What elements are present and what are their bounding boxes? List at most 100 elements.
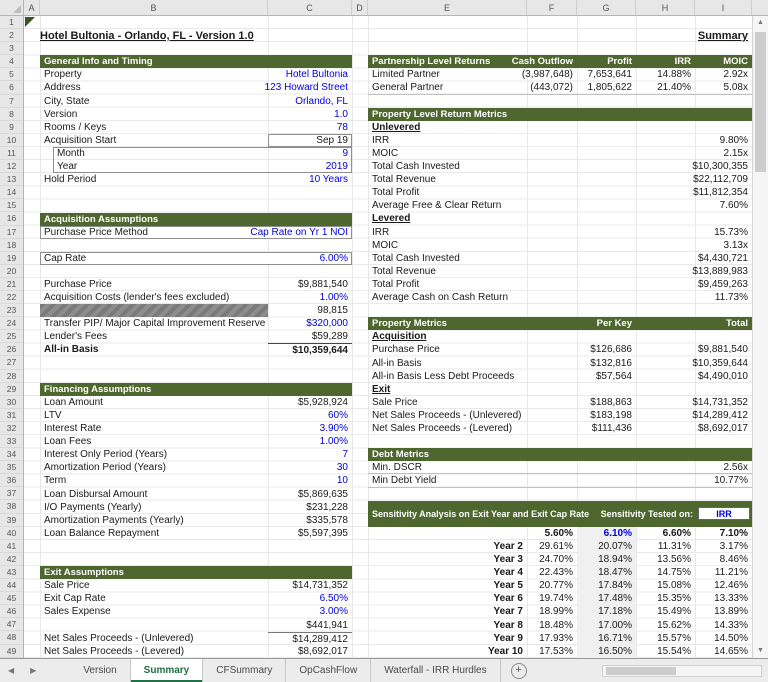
row-header[interactable]: 44 bbox=[0, 579, 23, 593]
cell-label[interactable]: I/O Payments (Yearly) bbox=[40, 501, 268, 514]
cell-value[interactable]: 6.00% bbox=[268, 252, 352, 265]
cell-label[interactable]: Total Profit bbox=[368, 278, 692, 291]
cell-value[interactable]: 14.33% bbox=[695, 619, 752, 632]
cell-value[interactable]: $8,692,017 bbox=[268, 645, 352, 658]
cell-label[interactable]: All-in Basis Less Debt Proceeds bbox=[368, 370, 527, 383]
cell-value[interactable]: Orlando, FL bbox=[268, 95, 352, 108]
cell-label[interactable]: Limited Partner bbox=[368, 68, 522, 81]
vertical-scrollbar-thumb[interactable] bbox=[755, 32, 766, 172]
cell-label[interactable]: Interest Rate bbox=[40, 422, 268, 435]
section-header[interactable]: Financing Assumptions bbox=[40, 382, 352, 396]
cell-value[interactable]: $59,289 bbox=[268, 330, 352, 343]
row-header[interactable]: 37 bbox=[0, 487, 23, 501]
column-header-g[interactable]: G bbox=[577, 0, 636, 15]
cell-value-total[interactable]: $10,359,644 bbox=[636, 357, 752, 370]
cell-value[interactable]: 17.93% bbox=[527, 632, 577, 645]
cell-label[interactable]: Total Revenue bbox=[368, 265, 692, 278]
column-header-e[interactable]: E bbox=[368, 0, 527, 15]
cell-label[interactable]: Version bbox=[40, 108, 268, 121]
cell-label[interactable]: Loan Amount bbox=[40, 396, 268, 409]
cell-value[interactable]: 20.77% bbox=[527, 579, 577, 592]
column-header-f[interactable]: F bbox=[527, 0, 577, 15]
cell-label[interactable]: Net Sales Proceeds - (Levered) bbox=[40, 645, 268, 658]
row-header[interactable]: 40 bbox=[0, 527, 23, 540]
row-header[interactable]: 19 bbox=[0, 252, 23, 265]
cell-value-highlighted[interactable]: 17.00% bbox=[577, 618, 636, 632]
cell-value[interactable]: 3.13x bbox=[692, 239, 752, 252]
cell-value[interactable]: $9,881,540 bbox=[268, 278, 352, 291]
row-header[interactable]: 49 bbox=[0, 645, 23, 658]
cell-label[interactable]: Acquisition Start bbox=[40, 134, 268, 147]
row-header[interactable]: 5 bbox=[0, 68, 23, 82]
column-header-i[interactable]: I bbox=[695, 0, 752, 15]
cell-value[interactable]: 13.56% bbox=[636, 553, 695, 566]
cell-value[interactable]: 11.21% bbox=[695, 566, 752, 579]
horizontal-scrollbar[interactable] bbox=[602, 664, 762, 677]
cell-value-highlighted[interactable]: 16.71% bbox=[577, 631, 636, 645]
cell-value[interactable]: 10 Years bbox=[268, 173, 352, 186]
cell-label[interactable]: Purchase Price bbox=[40, 278, 268, 291]
cell-value[interactable]: 15.49% bbox=[636, 605, 695, 618]
cell-value-per-key[interactable] bbox=[527, 330, 636, 343]
cell-value[interactable]: $320,000 bbox=[268, 317, 352, 330]
row-header[interactable]: 41 bbox=[0, 540, 23, 553]
row-header[interactable]: 35 bbox=[0, 461, 23, 475]
cell-value[interactable]: $11,812,354 bbox=[692, 186, 752, 199]
cell-value-per-key[interactable]: $183,198 bbox=[527, 409, 636, 422]
row-header[interactable]: 16 bbox=[0, 212, 23, 226]
cell-value-per-key[interactable] bbox=[527, 383, 636, 396]
cell-value-total[interactable]: $14,731,352 bbox=[636, 396, 752, 409]
row-header[interactable]: 29 bbox=[0, 383, 23, 396]
cell-blank[interactable] bbox=[368, 527, 527, 540]
cell-label[interactable]: Min Debt Yield bbox=[368, 474, 692, 486]
cell-label[interactable]: IRR bbox=[368, 134, 692, 147]
cell-label[interactable]: Loan Disbursal Amount bbox=[40, 488, 268, 501]
cell-label[interactable]: MOIC bbox=[368, 239, 692, 252]
sheet-tab[interactable]: Waterfall - IRR Hurdles bbox=[371, 659, 501, 682]
cell-value[interactable]: 12.46% bbox=[695, 579, 752, 592]
cell-label[interactable]: Hold Period bbox=[40, 173, 268, 186]
tab-scroll-right-icon[interactable]: ▶ bbox=[22, 659, 44, 682]
cell-value[interactable]: 21.40% bbox=[636, 81, 695, 93]
year-label[interactable]: Year 7 bbox=[368, 605, 527, 618]
cell-value[interactable] bbox=[692, 121, 752, 134]
cell-value[interactable]: 14.75% bbox=[636, 566, 695, 579]
cell-value[interactable]: 13.89% bbox=[695, 605, 752, 618]
cell-label[interactable]: Acquisition Costs (lender's fees exclude… bbox=[40, 291, 268, 304]
cell-value[interactable]: 98,815 bbox=[268, 304, 352, 317]
cell-label[interactable]: Average Free & Clear Return bbox=[368, 199, 692, 212]
cell-value[interactable]: $10,300,355 bbox=[692, 160, 752, 173]
cell-value[interactable]: $5,597,395 bbox=[268, 527, 352, 540]
row-header[interactable]: 21 bbox=[0, 278, 23, 291]
cell-value[interactable]: 15.08% bbox=[636, 579, 695, 592]
cell-value[interactable]: $9,459,263 bbox=[692, 278, 752, 291]
cell-value[interactable]: 9.80% bbox=[692, 134, 752, 147]
row-header[interactable]: 2 bbox=[0, 29, 23, 43]
section-header[interactable]: Acquisition Assumptions bbox=[40, 212, 352, 226]
row-header[interactable]: 33 bbox=[0, 435, 23, 449]
cell-value[interactable]: 15.73% bbox=[692, 226, 752, 239]
year-label[interactable]: Year 6 bbox=[368, 592, 527, 605]
cell-value-total[interactable]: $4,490,010 bbox=[636, 370, 752, 383]
cell-value[interactable]: 15.62% bbox=[636, 619, 695, 632]
cell-label[interactable]: Total Cash Invested bbox=[368, 160, 692, 173]
cell-value[interactable]: 1.0 bbox=[268, 108, 352, 121]
section-header[interactable]: Property Level Return Metrics bbox=[368, 107, 752, 121]
cell-value-total[interactable]: $8,692,017 bbox=[636, 422, 752, 435]
cell-value-per-key[interactable]: $111,436 bbox=[527, 422, 636, 435]
cell-value[interactable]: 2.15x bbox=[692, 147, 752, 160]
cell-label[interactable]: Cap Rate bbox=[40, 252, 268, 265]
row-header[interactable]: 4 bbox=[0, 55, 23, 69]
row-header[interactable]: 34 bbox=[0, 448, 23, 462]
cell-label[interactable]: Amortization Payments (Yearly) bbox=[40, 514, 268, 527]
sheet-tab[interactable]: Summary bbox=[130, 659, 204, 682]
cell-value[interactable]: Sep 19 bbox=[268, 133, 352, 147]
cell-label[interactable]: Exit Cap Rate bbox=[40, 592, 268, 605]
cell-label[interactable]: Transfer PIP/ Major Capital Improvement … bbox=[40, 317, 268, 330]
cell-value[interactable]: $4,430,721 bbox=[692, 252, 752, 265]
select-all-corner[interactable] bbox=[0, 0, 24, 16]
cell-value[interactable]: 29.61% bbox=[527, 540, 577, 553]
cell-label[interactable]: Purchase Price Method bbox=[40, 226, 250, 239]
cell-value[interactable]: 7,653,641 bbox=[577, 68, 636, 81]
section-header[interactable]: General Info and Timing bbox=[40, 55, 352, 69]
